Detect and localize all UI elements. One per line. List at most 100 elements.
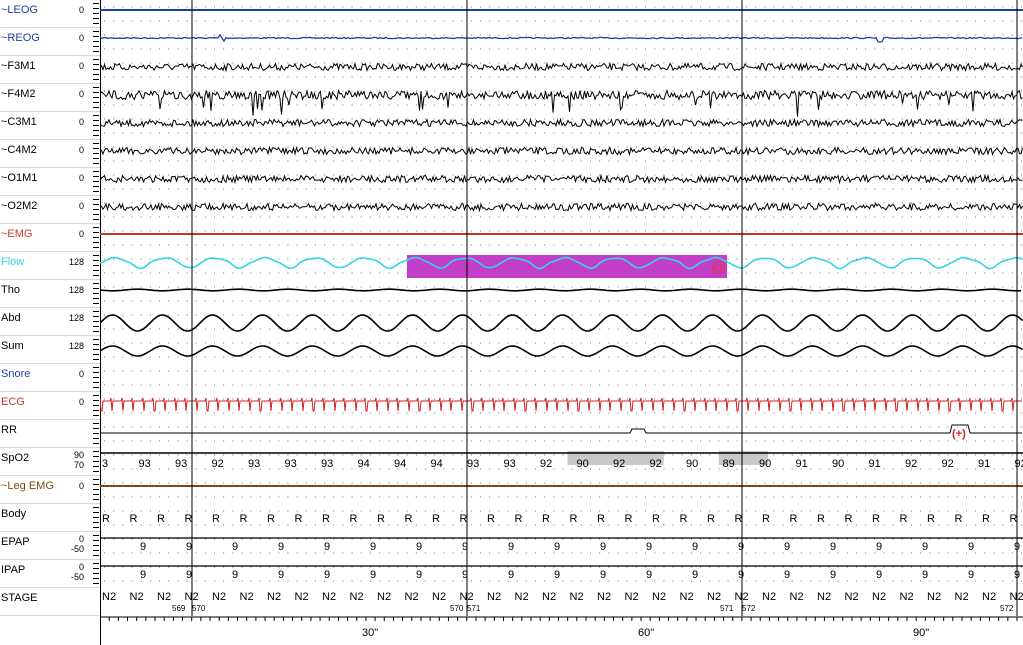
stage-value: N2 (625, 591, 639, 603)
channel-label-o2m2[interactable]: ~O2M2 (1, 200, 37, 213)
body-position-value: R (872, 513, 880, 525)
epoch-number: 571 (720, 604, 734, 613)
stage-value: N2 (267, 591, 281, 603)
spo2-value: 90 (686, 458, 698, 470)
spo2-value: 93 (139, 458, 151, 470)
stage-value: N2 (707, 591, 721, 603)
time-label: 60" (638, 627, 654, 639)
channel-label-leog[interactable]: ~LEOG (1, 4, 38, 17)
ipap-value: 9 (416, 569, 422, 581)
channel-separator (0, 279, 100, 280)
channel-label-o1m1[interactable]: ~O1M1 (1, 172, 37, 185)
ipap-value: 9 (922, 569, 928, 581)
channel-gain-ipap: 0 -50 (70, 562, 84, 582)
body-position-value: R (597, 513, 605, 525)
body-position-value: R (157, 513, 165, 525)
spo2-value: 3 (102, 458, 108, 470)
channel-label-f4m2[interactable]: ~F4M2 (1, 88, 36, 101)
flow-event-marker[interactable]: @ (711, 259, 726, 276)
body-position-value: R (240, 513, 248, 525)
trace-c4m2 (100, 145, 1023, 157)
channel-label-tho[interactable]: Tho (1, 284, 20, 297)
channel-label-abd[interactable]: Abd (1, 312, 21, 325)
epap-value: 9 (692, 541, 698, 553)
body-position-value: R (350, 513, 358, 525)
channel-label-f3m1[interactable]: ~F3M1 (1, 60, 36, 73)
channel-label-epap[interactable]: EPAP (1, 536, 30, 549)
channel-label-body[interactable]: Body (1, 508, 26, 521)
trace-canvas[interactable]: (+) 3 93 93 92 93 93 93 94 94 94 93 93 92 90 92 92 90 89 90… (100, 0, 1023, 645)
ipap-value: 9 (784, 569, 790, 581)
channel-label-spo2[interactable]: SpO2 (1, 452, 29, 465)
spo2-value: 89 (723, 458, 735, 470)
ipap-value: 9 (646, 569, 652, 581)
ipap-value: 9 (554, 569, 560, 581)
channel-gain-c3m1: 0 (78, 117, 84, 127)
channel-label-sum[interactable]: Sum (1, 340, 24, 353)
scale-ticks (89, 255, 99, 277)
spo2-value: 93 (321, 458, 333, 470)
spo2-value: 90 (759, 458, 771, 470)
body-position-value: R (377, 513, 385, 525)
channel-separator (0, 111, 100, 112)
body-position-value: R (185, 513, 193, 525)
body-position-value: R (487, 513, 495, 525)
channel-label-c3m1[interactable]: ~C3M1 (1, 116, 37, 129)
spo2-value: 93 (248, 458, 260, 470)
channel-separator (0, 167, 100, 168)
scale-ticks (89, 563, 99, 585)
channel-gain-sum: 128 (68, 341, 84, 351)
channel-label-reog[interactable]: ~REOG (1, 32, 40, 45)
channel-separator (0, 55, 100, 56)
ipap-value: 9 (508, 569, 514, 581)
scale-ticks (89, 311, 99, 333)
body-position-value: R (707, 513, 715, 525)
scale-ticks (89, 171, 99, 193)
channel-separator (0, 223, 100, 224)
scale-ticks (89, 59, 99, 81)
channel-label-c4m2[interactable]: ~C4M2 (1, 144, 37, 157)
channel-label-emg[interactable]: ~EMG (1, 228, 32, 241)
epap-value: 9 (876, 541, 882, 553)
ipap-value: 9 (186, 569, 192, 581)
ipap-value: 9 (232, 569, 238, 581)
channel-separator (0, 335, 100, 336)
channel-gain-f4m2: 0 (78, 89, 84, 99)
channel-label-ipap[interactable]: IPAP (1, 564, 25, 577)
scale-ticks (89, 507, 99, 529)
scale-ticks (89, 115, 99, 137)
epap-value: 9 (600, 541, 606, 553)
trace-sum (100, 345, 1023, 357)
rr-event-marker[interactable]: (+) (952, 428, 966, 440)
scale-ticks (89, 451, 99, 473)
spo2-value: 92 (1015, 458, 1023, 470)
body-position-value: R (542, 513, 550, 525)
epoch-number: 569 (172, 604, 186, 613)
channel-label-legemg[interactable]: ~Leg EMG (1, 480, 54, 493)
channel-label-panel: ~LEOG 0 ~REOG 0 ~F3M1 0 ~F4M2 0 ~C3M1 0 ~C4M2 0 ~O1M… (0, 0, 101, 645)
channel-label-rr[interactable]: RR (1, 424, 17, 437)
channel-label-ecg[interactable]: ECG (1, 396, 25, 409)
epap-value: 9 (968, 541, 974, 553)
stage-value: N2 (570, 591, 584, 603)
scale-ticks (89, 143, 99, 165)
stage-value: N2 (212, 591, 226, 603)
channel-label-stage[interactable]: STAGE (1, 592, 37, 605)
channel-separator (0, 195, 100, 196)
signal-trace-area[interactable]: (+) 3 93 93 92 93 93 93 94 94 94 93 93 92 90 92 92 90 89 90… (100, 0, 1023, 645)
body-position-value: R (735, 513, 743, 525)
stage-value: N2 (432, 591, 446, 603)
scale-ticks (89, 367, 99, 389)
channel-gain-snore: 0 (78, 369, 84, 379)
ipap-value: 9 (830, 569, 836, 581)
body-position-value: R (955, 513, 963, 525)
body-position-value: R (1010, 513, 1018, 525)
body-position-value: R (322, 513, 330, 525)
channel-label-flow[interactable]: Flow (1, 256, 24, 269)
channel-gain-o1m1: 0 (78, 173, 84, 183)
stage-value: N2 (405, 591, 419, 603)
channel-gain-o2m2: 0 (78, 201, 84, 211)
channel-label-snore[interactable]: Snore (1, 368, 30, 381)
epap-value: 9 (738, 541, 744, 553)
ipap-value: 9 (278, 569, 284, 581)
